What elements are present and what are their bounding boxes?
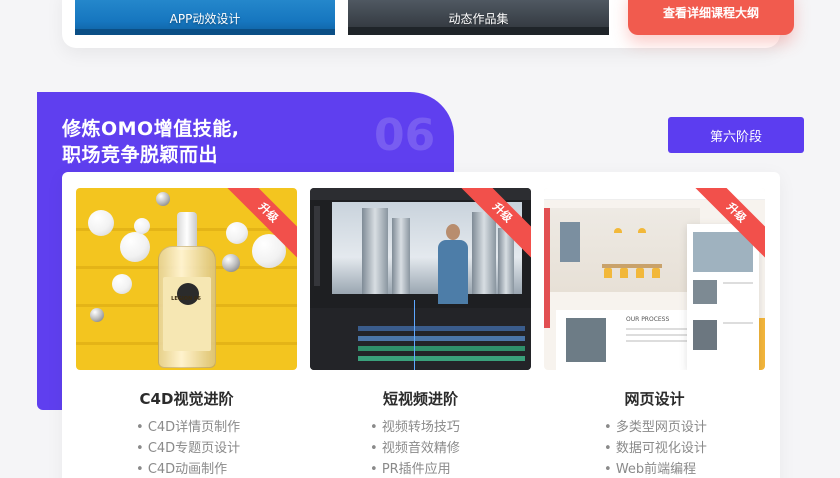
- video-course-image[interactable]: 升级: [310, 188, 531, 370]
- course-topic-list: 视频转场技巧 视频音效精修 PR插件应用: [310, 417, 531, 478]
- course-topic: 视频转场技巧: [370, 417, 531, 438]
- course-c4d: 升级 C4D视觉进阶 C4D详情页制作 C4D专题页设计 C4D动画制作: [76, 188, 297, 478]
- view-syllabus-button[interactable]: 查看详细课程大纲: [628, 0, 794, 35]
- sphere: [88, 210, 114, 236]
- headline-line-2: 职场竞争脱颖而出: [62, 144, 219, 166]
- upgrade-ribbon: 升级: [461, 188, 531, 258]
- upgrade-badge: 升级: [461, 188, 531, 258]
- editor-toolbar: [314, 206, 320, 286]
- lamp: [614, 228, 622, 233]
- text-line: [626, 334, 696, 336]
- chair: [652, 268, 660, 278]
- course-topic: 多类型网页设计: [604, 417, 765, 438]
- upgrade-ribbon: 升级: [227, 188, 297, 258]
- stage-number: 06: [374, 110, 436, 161]
- thumbnail-label: APP动效设计: [169, 12, 241, 26]
- timeline-playhead: [414, 300, 415, 370]
- mockup-photo: [693, 280, 717, 304]
- bottle: [158, 246, 216, 368]
- presenter-head: [446, 224, 460, 240]
- stage-six-button[interactable]: 第六阶段: [668, 117, 804, 153]
- thumbnail-bar: [75, 29, 335, 35]
- upgrade-badge: 升级: [227, 188, 297, 258]
- course-topic-list: C4D详情页制作 C4D专题页设计 C4D动画制作: [76, 417, 297, 478]
- sphere: [112, 274, 132, 294]
- course-topic: C4D详情页制作: [136, 417, 297, 438]
- sphere: [90, 308, 104, 322]
- building: [392, 218, 410, 294]
- chair: [620, 268, 628, 278]
- timeline-track: [358, 326, 525, 331]
- motion-portfolio-thumbnail[interactable]: 动态作品集: [348, 0, 609, 35]
- course-title: 短视频进阶: [382, 390, 458, 408]
- process-heading: OUR PROCESS: [626, 316, 670, 323]
- course-title: 网页设计: [624, 390, 685, 408]
- course-topic: Web前端编程: [604, 459, 765, 478]
- text-line: [723, 322, 753, 324]
- headline-line-1: 修炼OMO增值技能,: [62, 118, 240, 140]
- course-topic: 视频音效精修: [370, 438, 531, 459]
- upgrade-ribbon: 升级: [695, 188, 765, 258]
- sphere: [134, 218, 150, 234]
- window: [560, 222, 580, 262]
- building: [362, 208, 388, 294]
- web-course-image[interactable]: OUR PROCESS 升级: [544, 188, 765, 370]
- timeline-track: [358, 346, 525, 351]
- course-topic: 数据可视化设计: [604, 438, 765, 459]
- app-motion-thumbnail[interactable]: APP动效设计: [75, 0, 335, 35]
- course-topic: PR插件应用: [370, 459, 531, 478]
- c4d-course-image[interactable]: 升级: [76, 188, 297, 370]
- text-line: [723, 282, 753, 284]
- editor-timeline: [310, 308, 531, 370]
- upgrade-badge: 升级: [695, 188, 765, 258]
- sphere: [156, 192, 170, 206]
- timeline-track: [358, 336, 525, 341]
- thumbnail-label: 动态作品集: [448, 12, 509, 26]
- mockup-hero-image: [550, 208, 700, 292]
- sphere: [120, 232, 150, 262]
- course-title: C4D视觉进阶: [139, 390, 234, 408]
- mockup-photo: [693, 320, 717, 350]
- chair: [604, 268, 612, 278]
- timeline-track: [358, 356, 525, 361]
- bottle-neck: [177, 212, 197, 250]
- mockup-photo: [566, 318, 606, 362]
- stage-headline: 修炼OMO增值技能, 职场竞争脱颖而出: [62, 116, 239, 168]
- thumbnail-bar: [348, 27, 609, 35]
- course-topic: C4D专题页设计: [136, 438, 297, 459]
- lamp: [638, 228, 646, 233]
- course-topic-list: 多类型网页设计 数据可视化设计 Web前端编程: [544, 417, 765, 478]
- chair: [636, 268, 644, 278]
- course-web-design: OUR PROCESS 升级 网页设计 多类型网页设计 数据可视化设计 Web前…: [544, 188, 765, 478]
- course-short-video: 升级 短视频进阶 视频转场技巧 视频音效精修 PR插件应用: [310, 188, 531, 478]
- course-topic: C4D动画制作: [136, 459, 297, 478]
- bottle-brand-text: LEGION 66: [171, 296, 201, 302]
